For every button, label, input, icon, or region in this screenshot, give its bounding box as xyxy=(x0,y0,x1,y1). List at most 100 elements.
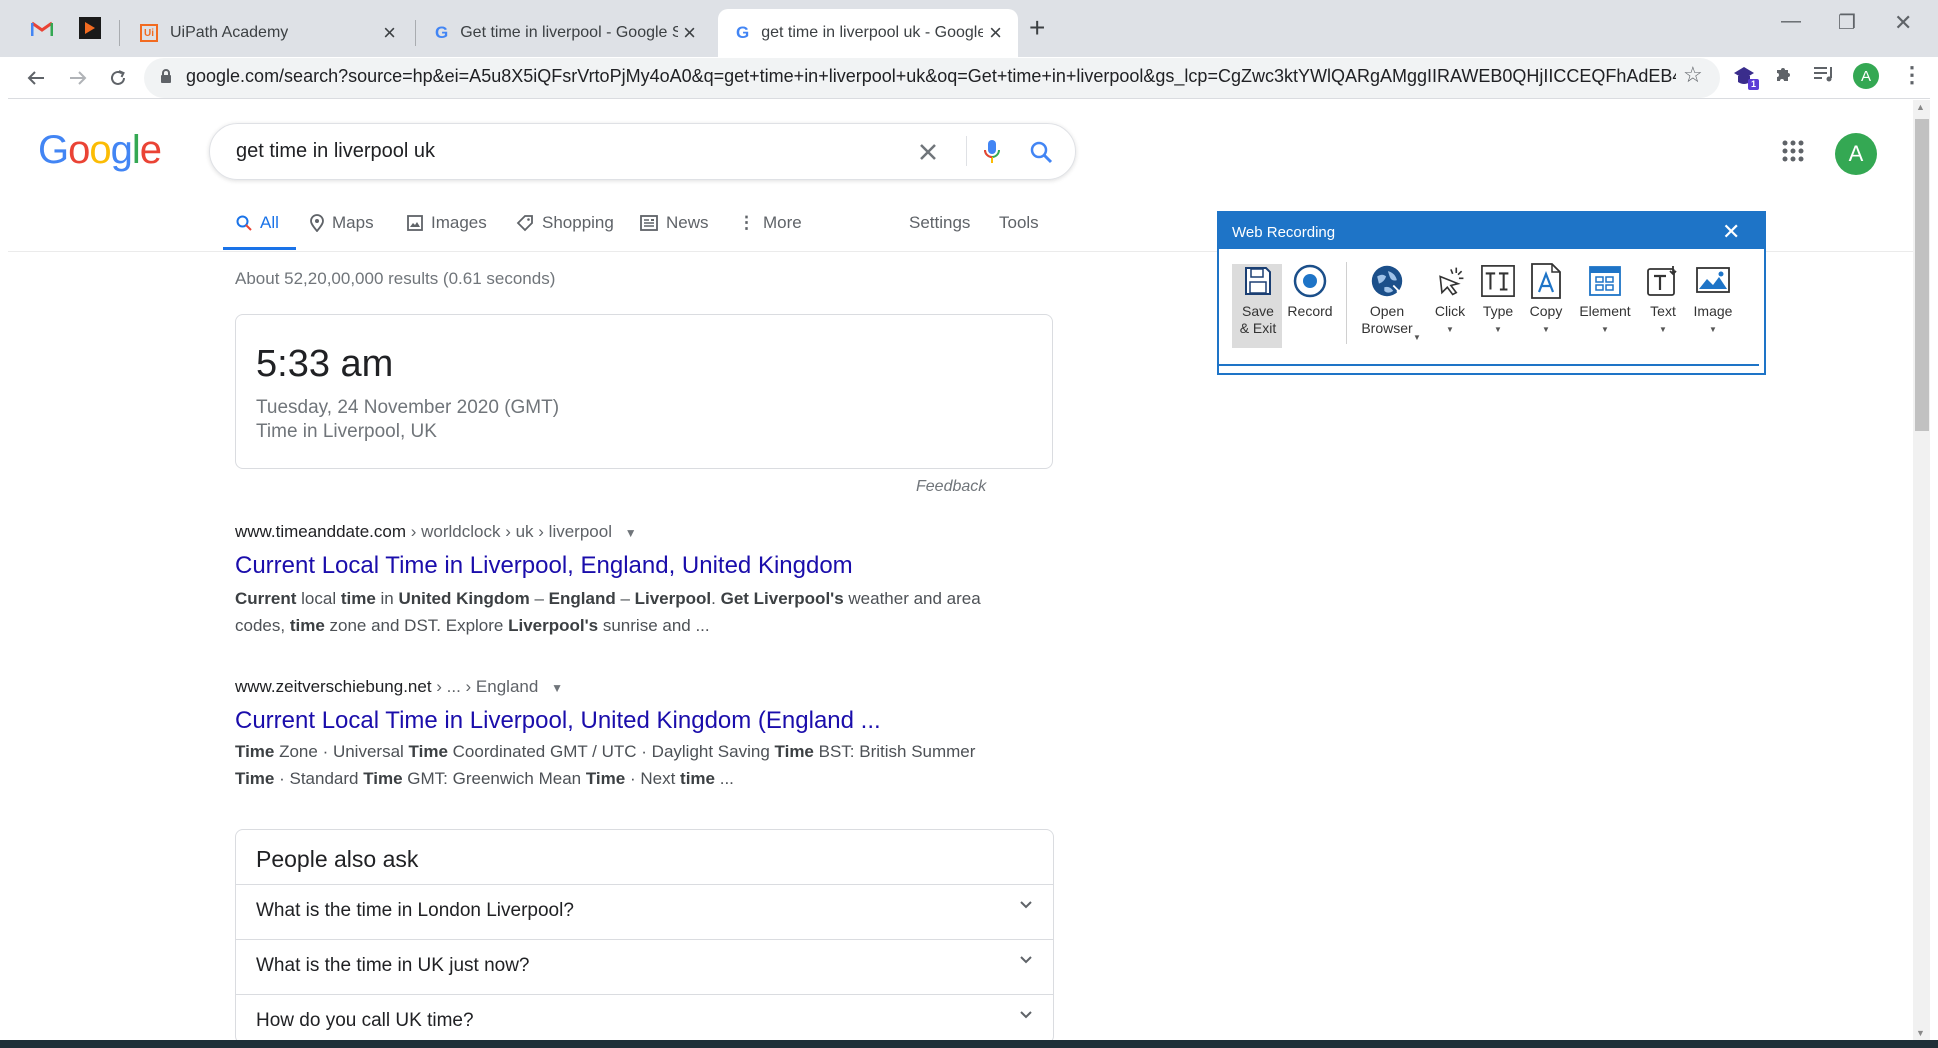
close-icon[interactable]: × xyxy=(989,22,1002,44)
dropdown-arrow-icon[interactable]: ▼ xyxy=(1709,321,1717,338)
caret-down-icon[interactable]: ▼ xyxy=(551,681,563,695)
map-pin-icon xyxy=(310,214,324,232)
image-button[interactable]: Image ▼ xyxy=(1688,262,1738,338)
microphone-icon[interactable] xyxy=(979,137,1005,167)
result-title-link[interactable]: Current Local Time in Liverpool, United … xyxy=(235,707,881,735)
copy-icon xyxy=(1529,262,1563,300)
google-apps-icon[interactable] xyxy=(1782,140,1804,167)
scroll-down-arrow-icon[interactable]: ▼ xyxy=(1916,1028,1925,1038)
minimize-icon[interactable]: — xyxy=(1781,10,1801,33)
result-path: › worldclock › uk › liverpool xyxy=(406,522,612,541)
active-tab-indicator xyxy=(223,247,296,250)
save-exit-button[interactable]: Save & Exit xyxy=(1236,262,1280,337)
element-button[interactable]: Element ▼ xyxy=(1574,262,1636,338)
search-divider xyxy=(966,136,967,166)
dropdown-arrow-icon[interactable]: ▼ xyxy=(1542,321,1550,338)
cursor-click-icon xyxy=(1433,262,1467,300)
window-close-icon[interactable]: ✕ xyxy=(1894,10,1912,36)
uipath-extension-icon[interactable]: 1 xyxy=(1732,63,1760,96)
result-title-link[interactable]: Current Local Time in Liverpool, England… xyxy=(235,552,853,580)
result-cite[interactable]: www.timeanddate.com › worldclock › uk › … xyxy=(235,522,637,542)
open-browser-button[interactable]: Open Browser ▼ xyxy=(1352,262,1422,342)
google-account-avatar[interactable]: A xyxy=(1835,133,1877,175)
paa-question-row[interactable]: What is the time in London Liverpool? xyxy=(235,884,1054,939)
chevron-down-icon[interactable] xyxy=(1020,1009,1032,1021)
google-favicon: G xyxy=(435,23,449,42)
restore-icon[interactable]: ❐ xyxy=(1838,10,1856,35)
paa-question-row[interactable]: What is the time in UK just now? xyxy=(235,939,1054,994)
gmail-pinned-tab[interactable] xyxy=(28,14,56,42)
tab-label: Get time in liverpool - Google Se xyxy=(460,24,679,41)
tab-google-search-active[interactable]: G get time in liverpool uk - Google × xyxy=(718,9,1018,57)
result-domain: www.timeanddate.com xyxy=(235,522,407,541)
back-icon[interactable] xyxy=(20,62,52,94)
tab-maps[interactable]: Maps xyxy=(310,213,374,233)
tab-news[interactable]: News xyxy=(640,213,709,233)
new-tab-button[interactable]: + xyxy=(1029,14,1045,42)
paa-question-row[interactable]: How do you call UK time? xyxy=(235,994,1054,1044)
scroll-up-arrow-icon[interactable]: ▲ xyxy=(1916,102,1925,112)
dropdown-arrow-icon[interactable]: ▼ xyxy=(1446,321,1454,338)
type-button[interactable]: Type ▼ xyxy=(1478,262,1518,338)
floppy-disk-icon xyxy=(1241,262,1275,300)
chevron-down-icon[interactable] xyxy=(1020,899,1032,911)
chevron-down-icon[interactable] xyxy=(1020,954,1032,966)
search-icon[interactable] xyxy=(1027,138,1055,166)
close-icon[interactable]: × xyxy=(683,22,696,44)
text-button[interactable]: Text ▼ xyxy=(1644,262,1682,338)
search-input[interactable]: get time in liverpool uk xyxy=(236,140,435,163)
profile-avatar[interactable]: A xyxy=(1853,63,1879,89)
button-label: Type xyxy=(1482,303,1514,319)
time-location: Time in Liverpool, UK xyxy=(256,421,437,442)
chrome-menu-icon[interactable]: ⋮ xyxy=(1901,62,1923,88)
element-icon xyxy=(1588,262,1622,300)
reload-icon[interactable] xyxy=(102,62,134,94)
result-cite[interactable]: www.zeitverschiebung.net › ... › England… xyxy=(235,677,563,697)
tab-label: News xyxy=(666,213,709,232)
button-label: Save & Exit xyxy=(1239,303,1277,336)
dropdown-arrow-icon[interactable]: ▼ xyxy=(1494,321,1502,338)
orange-arrow-icon xyxy=(79,17,101,39)
scrollbar-thumb[interactable] xyxy=(1915,119,1929,431)
toolbar-divider xyxy=(8,98,1930,99)
web-recording-title: Web Recording xyxy=(1232,224,1336,241)
tab-all[interactable]: All xyxy=(236,213,279,233)
feedback-link[interactable]: Feedback xyxy=(916,478,986,496)
close-icon[interactable]: ✕ xyxy=(1722,219,1740,245)
copy-button[interactable]: Copy ▼ xyxy=(1526,262,1566,338)
tab-shopping[interactable]: Shopping xyxy=(516,213,614,233)
lock-icon[interactable] xyxy=(160,69,172,89)
caret-down-icon[interactable]: ▼ xyxy=(625,526,637,540)
toolbar-separator xyxy=(1346,262,1347,344)
tab-label: All xyxy=(260,213,279,232)
globe-icon xyxy=(1370,262,1404,300)
dropdown-arrow-icon[interactable]: ▼ xyxy=(1601,321,1609,338)
result-snippet: Current local time in United Kingdom – E… xyxy=(235,589,981,635)
close-icon[interactable]: × xyxy=(383,22,396,44)
extensions-puzzle-icon[interactable] xyxy=(1774,64,1794,89)
bookmark-star-icon[interactable]: ☆ xyxy=(1683,62,1703,88)
tab-settings[interactable]: Settings xyxy=(909,213,970,233)
uipath-favicon: Ui xyxy=(140,24,158,42)
clear-search-icon[interactable] xyxy=(915,139,941,165)
result-domain: www.zeitverschiebung.net xyxy=(235,677,432,696)
google-logo[interactable]: Google xyxy=(38,128,162,173)
dropdown-arrow-icon[interactable]: ▼ xyxy=(1659,321,1667,338)
dropdown-arrow-icon[interactable]: ▼ xyxy=(1413,329,1421,346)
tab-google-search-1[interactable]: G Get time in liverpool - Google Se × xyxy=(417,9,712,57)
tag-icon xyxy=(516,215,533,232)
media-queue-icon[interactable] xyxy=(1813,64,1835,89)
result-stats: About 52,20,00,000 results (0.61 seconds… xyxy=(235,269,556,288)
tab-more[interactable]: ⋮ More xyxy=(738,213,802,233)
uipath-orchestrator-pinned-tab[interactable] xyxy=(76,14,104,42)
tab-tools[interactable]: Tools xyxy=(999,213,1039,233)
tab-uipath-academy[interactable]: Ui UiPath Academy × xyxy=(122,9,412,57)
tab-label: Maps xyxy=(332,213,374,232)
tab-separator xyxy=(119,20,120,46)
click-button[interactable]: Click ▼ xyxy=(1428,262,1472,338)
forward-icon[interactable] xyxy=(62,62,94,94)
tab-images[interactable]: Images xyxy=(407,213,487,233)
paa-question: How do you call UK time? xyxy=(256,1010,474,1031)
record-button[interactable]: Record xyxy=(1284,262,1336,320)
time-answer-card xyxy=(235,314,1053,469)
